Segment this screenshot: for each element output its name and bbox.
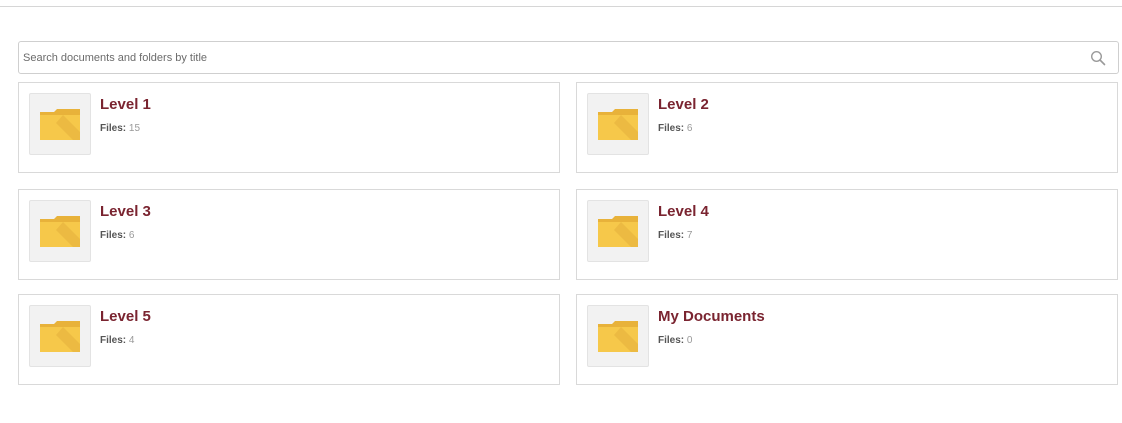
folder-file-count: Files: 7 [658,230,692,241]
files-label: Files: [658,335,685,346]
files-count: 7 [686,230,693,241]
search-input[interactable] [19,42,1059,73]
search-bar [18,41,1119,74]
folder-icon [598,216,638,247]
files-count: 4 [128,335,135,346]
folder-thumbnail[interactable] [29,200,91,262]
folder-file-count: Files: 6 [100,230,134,241]
folder-title[interactable]: Level 1 [100,96,151,113]
files-count: 6 [128,230,135,241]
files-count: 0 [686,335,693,346]
folder-title[interactable]: Level 5 [100,308,151,325]
folder-card[interactable]: Level 3 Files: 6 [18,189,560,280]
folder-card[interactable]: Level 5 Files: 4 [18,294,560,385]
top-divider [0,0,1122,7]
folder-title[interactable]: Level 4 [658,203,709,220]
folder-icon [40,216,80,247]
folder-card[interactable]: Level 2 Files: 6 [576,82,1118,173]
folder-thumbnail[interactable] [587,305,649,367]
folder-icon [40,321,80,352]
folder-card[interactable]: Level 1 Files: 15 [18,82,560,173]
files-label: Files: [658,123,685,134]
files-count: 6 [686,123,693,134]
folder-file-count: Files: 6 [658,123,692,134]
files-label: Files: [658,230,685,241]
files-label: Files: [100,123,127,134]
folder-thumbnail[interactable] [587,93,649,155]
folder-title[interactable]: Level 2 [658,96,709,113]
folder-file-count: Files: 4 [100,335,134,346]
folder-thumbnail[interactable] [29,93,91,155]
folder-thumbnail[interactable] [29,305,91,367]
folder-card[interactable]: My Documents Files: 0 [576,294,1118,385]
files-label: Files: [100,335,127,346]
search-icon[interactable] [1090,50,1106,66]
folder-title[interactable]: My Documents [658,308,765,325]
files-count: 15 [128,123,141,134]
folder-file-count: Files: 15 [100,123,140,134]
files-label: Files: [100,230,127,241]
folder-file-count: Files: 0 [658,335,692,346]
folder-icon [598,321,638,352]
folder-card[interactable]: Level 4 Files: 7 [576,189,1118,280]
folder-icon [598,109,638,140]
folder-icon [40,109,80,140]
folder-grid: Level 1 Files: 15 Level 2 Files: 6 Level… [18,82,1119,386]
folder-title[interactable]: Level 3 [100,203,151,220]
folder-thumbnail[interactable] [587,200,649,262]
